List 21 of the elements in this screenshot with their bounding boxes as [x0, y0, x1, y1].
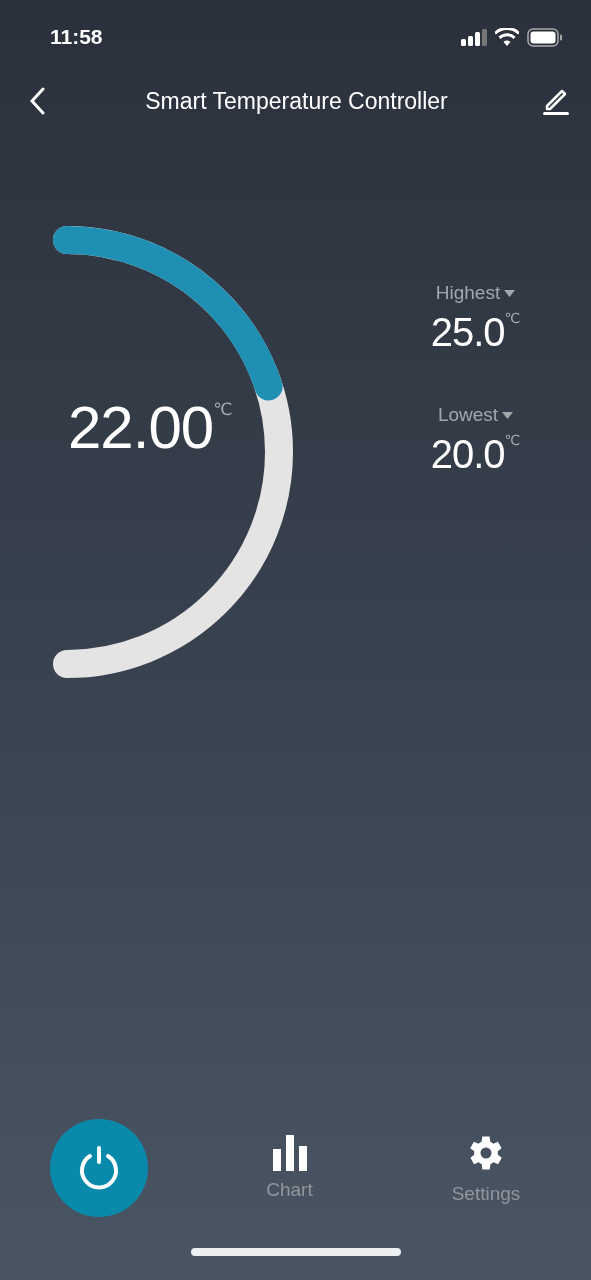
- back-icon: [29, 87, 45, 115]
- limit-dropdown[interactable]: Highest: [435, 282, 516, 304]
- power-icon: [78, 1145, 120, 1191]
- unit-label: ℃: [504, 432, 521, 448]
- signal-icon: [461, 28, 487, 46]
- page-title: Smart Temperature Controller: [145, 87, 448, 115]
- bar-chart-icon: [271, 1135, 308, 1171]
- unit-label: ℃: [213, 399, 233, 420]
- caret-icon: [504, 289, 516, 297]
- status-time: 11:58: [50, 25, 103, 49]
- temperature-reading: 22.00: [68, 395, 214, 461]
- battery-icon: [527, 27, 563, 47]
- tab-button[interactable]: Chart: [234, 1135, 345, 1201]
- caret-icon: [502, 411, 514, 419]
- pencil-icon: [542, 87, 570, 115]
- limit-value: 25.0: [430, 310, 505, 354]
- limit-value: 20.0: [430, 432, 505, 476]
- unit-label: ℃: [504, 310, 521, 326]
- limit-dropdown[interactable]: Lowest: [437, 404, 514, 426]
- tab-button[interactable]: Settings: [431, 1131, 541, 1205]
- wifi-icon: [495, 28, 519, 46]
